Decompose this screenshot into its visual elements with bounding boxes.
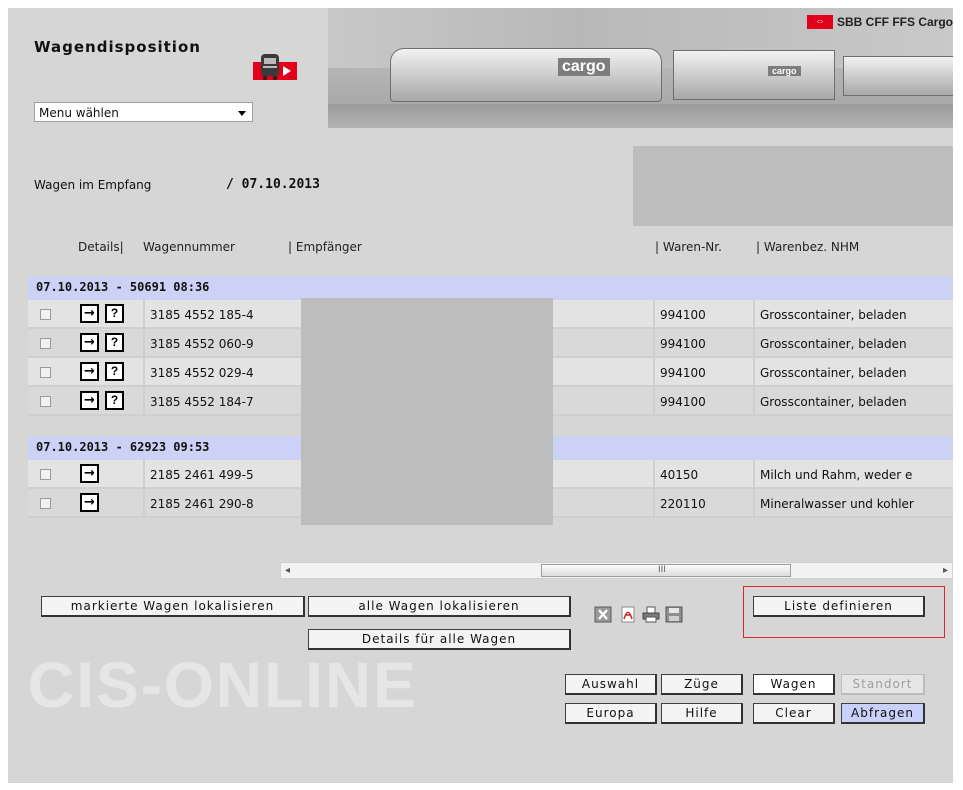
excel-export-icon[interactable] bbox=[594, 606, 612, 623]
print-icon[interactable] bbox=[642, 606, 660, 623]
chevron-down-icon bbox=[238, 111, 246, 116]
wagon-cargo-label-1: cargo bbox=[558, 58, 610, 76]
open-arrow-icon[interactable]: → bbox=[80, 464, 99, 483]
app-window: cargo cargo ⇔ SBB CFF FFS Cargo Wagendis… bbox=[8, 8, 953, 783]
brand-text: SBB CFF FFS Cargo bbox=[837, 15, 953, 29]
column-header-details: Details| bbox=[78, 240, 124, 254]
open-arrow-icon[interactable]: → bbox=[80, 362, 99, 381]
cis-online-logo: CIS-ONLINE bbox=[28, 649, 418, 721]
nav-europa-button[interactable]: Europa bbox=[565, 703, 657, 724]
localize-all-button[interactable]: alle Wagen lokalisieren bbox=[308, 596, 571, 617]
sbb-logo-icon: ⇔ bbox=[807, 15, 833, 29]
save-icon[interactable] bbox=[665, 606, 683, 623]
scrollbar-thumb[interactable]: III bbox=[541, 564, 791, 577]
pdf-export-icon[interactable] bbox=[619, 606, 637, 623]
info-panel bbox=[633, 146, 953, 226]
wagon-cargo-label-2: cargo bbox=[768, 66, 801, 76]
menu-select-value: Menu wählen bbox=[39, 106, 119, 120]
sbb-cargo-brand: ⇔ SBB CFF FFS Cargo bbox=[807, 14, 953, 30]
open-arrow-icon[interactable]: → bbox=[80, 304, 99, 323]
nav-hilfe-button[interactable]: Hilfe bbox=[661, 703, 743, 724]
localize-marked-button[interactable]: markierte Wagen lokalisieren bbox=[41, 596, 305, 617]
group-title: 07.10.2013 - 50691 08:36 bbox=[36, 280, 210, 294]
receipt-date: / 07.10.2013 bbox=[226, 177, 320, 192]
open-arrow-icon[interactable]: → bbox=[80, 333, 99, 352]
column-header-wagennummer[interactable]: Wagennummer bbox=[143, 240, 235, 254]
nav-auswahl-button[interactable]: Auswahl bbox=[565, 674, 657, 695]
wagon-number: 3185 4552 029-4 bbox=[150, 366, 254, 380]
horizontal-scrollbar[interactable]: ◂ III ▸ bbox=[280, 562, 953, 579]
open-arrow-icon[interactable]: → bbox=[80, 391, 99, 410]
wagon-number: 2185 2461 499-5 bbox=[150, 468, 254, 482]
group-header: 07.10.2013 - 50691 08:36 bbox=[28, 276, 953, 300]
train-icon bbox=[253, 54, 297, 80]
page-title: Wagendisposition bbox=[34, 38, 201, 56]
waren-nr: 40150 bbox=[660, 468, 699, 482]
column-header-empfaenger[interactable]: | Empfänger bbox=[288, 240, 362, 254]
row-checkbox[interactable] bbox=[40, 367, 51, 378]
row-checkbox[interactable] bbox=[40, 338, 51, 349]
menu-select[interactable]: Menu wählen bbox=[34, 102, 253, 122]
help-question-icon[interactable]: ? bbox=[105, 304, 124, 323]
help-question-icon[interactable]: ? bbox=[105, 333, 124, 352]
waren-nr: 994100 bbox=[660, 366, 706, 380]
help-question-icon[interactable]: ? bbox=[105, 362, 124, 381]
nav-abfragen-button[interactable]: Abfragen bbox=[841, 703, 925, 724]
wagon-number: 3185 4552 060-9 bbox=[150, 337, 254, 351]
warenbez: Milch und Rahm, weder e bbox=[760, 468, 913, 482]
nav-zuege-button[interactable]: Züge bbox=[661, 674, 743, 695]
nav-clear-button[interactable]: Clear bbox=[753, 703, 835, 724]
column-header-waren-nr[interactable]: | Waren-Nr. bbox=[655, 240, 722, 254]
warenbez: Grosscontainer, beladen bbox=[760, 337, 907, 351]
nav-wagen-button[interactable]: Wagen bbox=[753, 674, 835, 695]
waren-nr: 994100 bbox=[660, 308, 706, 322]
row-checkbox[interactable] bbox=[40, 396, 51, 407]
waren-nr: 220110 bbox=[660, 497, 706, 511]
warenbez: Grosscontainer, beladen bbox=[760, 366, 907, 380]
redacted-recipient-area bbox=[301, 298, 553, 525]
waren-nr: 994100 bbox=[660, 395, 706, 409]
nav-standort-button: Standort bbox=[841, 674, 925, 695]
warenbez: Grosscontainer, beladen bbox=[760, 395, 907, 409]
open-arrow-icon[interactable]: → bbox=[80, 493, 99, 512]
row-checkbox[interactable] bbox=[40, 498, 51, 509]
receipt-label: Wagen im Empfang bbox=[34, 178, 152, 192]
column-header-warenbez[interactable]: | Warenbez. NHM bbox=[756, 240, 859, 254]
wagon-number: 2185 2461 290-8 bbox=[150, 497, 254, 511]
waren-nr: 994100 bbox=[660, 337, 706, 351]
scroll-left-icon[interactable]: ◂ bbox=[285, 563, 290, 578]
header-banner-image: cargo cargo ⇔ SBB CFF FFS Cargo bbox=[328, 8, 953, 128]
row-checkbox[interactable] bbox=[40, 469, 51, 480]
group-title: 07.10.2013 - 62923 09:53 bbox=[36, 440, 210, 454]
help-question-icon[interactable]: ? bbox=[105, 391, 124, 410]
warenbez: Mineralwasser und kohler bbox=[760, 497, 914, 511]
row-checkbox[interactable] bbox=[40, 309, 51, 320]
wagon-number: 3185 4552 184-7 bbox=[150, 395, 254, 409]
highlight-box bbox=[743, 586, 945, 638]
grip-icon: III bbox=[658, 565, 666, 575]
wagon-number: 3185 4552 185-4 bbox=[150, 308, 254, 322]
scroll-right-icon[interactable]: ▸ bbox=[943, 563, 948, 578]
details-all-button[interactable]: Details für alle Wagen bbox=[308, 629, 571, 650]
warenbez: Grosscontainer, beladen bbox=[760, 308, 907, 322]
